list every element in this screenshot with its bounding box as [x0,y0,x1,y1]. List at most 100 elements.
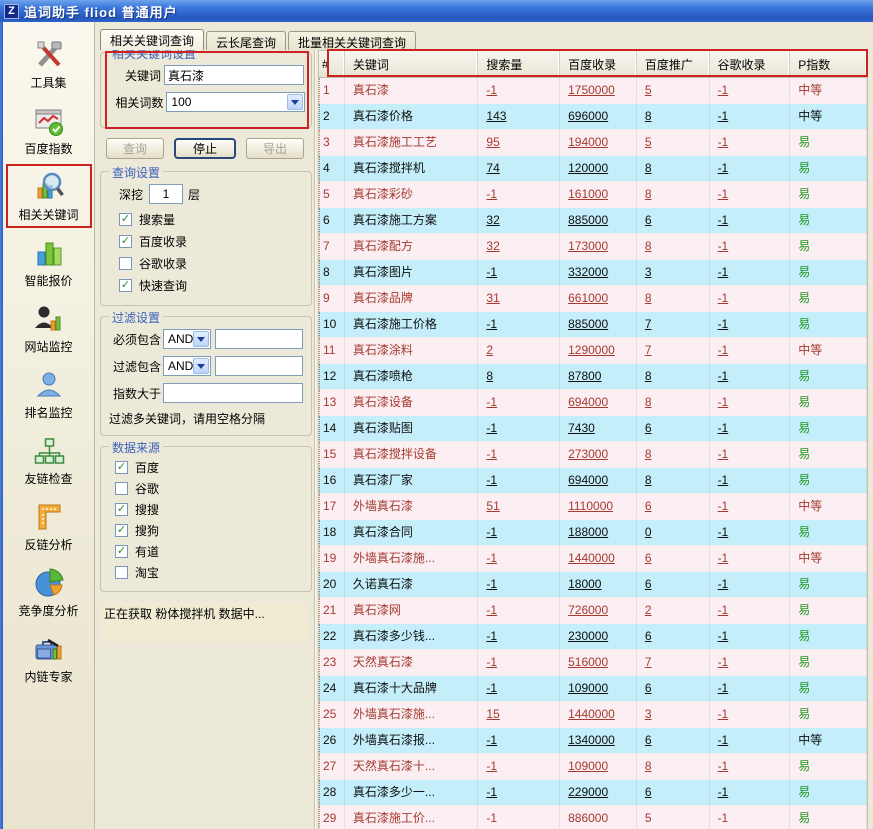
checkbox-google[interactable]: 谷歌 [115,480,305,497]
value-link[interactable]: 7430 [560,416,637,442]
checkbox-quick-query[interactable]: 快速查询 [119,277,305,294]
column-header-6[interactable]: P指数 [790,51,867,77]
value-link[interactable]: 885000 [560,208,637,234]
value-link[interactable]: 7 [637,312,710,338]
value-link[interactable]: -1 [710,598,791,624]
value-link[interactable]: -1 [478,806,560,829]
checkbox-box[interactable] [119,235,132,248]
checkbox-box[interactable] [119,213,132,226]
value-link[interactable]: 8 [637,156,710,182]
value-link[interactable]: 6 [637,208,710,234]
value-link[interactable]: -1 [478,598,560,624]
sidebar-item-site-monitor[interactable]: 网站监控 [8,298,90,358]
column-header-4[interactable]: 百度推广 [637,51,710,77]
value-link[interactable]: -1 [710,156,791,182]
value-link[interactable]: 726000 [560,598,637,624]
value-link[interactable]: 32 [478,234,560,260]
value-link[interactable]: -1 [478,390,560,416]
sidebar-item-tools[interactable]: 工具集 [8,34,90,94]
value-link[interactable]: -1 [478,780,560,806]
checkbox-box[interactable] [119,279,132,292]
checkbox-box[interactable] [115,482,128,495]
checkbox-box[interactable] [115,524,128,537]
value-link[interactable]: 8 [637,286,710,312]
value-link[interactable]: 661000 [560,286,637,312]
value-link[interactable]: 8 [637,364,710,390]
checkbox-box[interactable] [115,545,128,558]
value-link[interactable]: -1 [710,182,791,208]
value-link[interactable]: 8 [637,754,710,780]
value-link[interactable]: 143 [478,104,560,130]
value-link[interactable]: 1110000 [560,494,637,520]
value-link[interactable]: -1 [710,130,791,156]
value-link[interactable]: -1 [478,182,560,208]
value-link[interactable]: 161000 [560,182,637,208]
value-link[interactable]: -1 [710,78,791,104]
value-link[interactable]: 7 [637,650,710,676]
value-link[interactable]: -1 [710,754,791,780]
value-link[interactable]: -1 [710,442,791,468]
value-link[interactable]: 51 [478,494,560,520]
value-link[interactable]: -1 [710,104,791,130]
value-link[interactable]: 1290000 [560,338,637,364]
must-contain-input[interactable] [215,329,303,349]
value-link[interactable]: 2 [478,338,560,364]
value-link[interactable]: -1 [710,546,791,572]
value-link[interactable]: -1 [710,208,791,234]
value-link[interactable]: -1 [478,416,560,442]
value-link[interactable]: 8 [478,364,560,390]
query-button[interactable]: 查询 [106,138,164,159]
value-link[interactable]: -1 [710,260,791,286]
value-link[interactable]: -1 [478,676,560,702]
chevron-down-icon[interactable] [193,358,209,374]
value-link[interactable]: -1 [478,78,560,104]
value-link[interactable]: 7 [637,338,710,364]
column-header-3[interactable]: 百度收录 [560,51,637,77]
value-link[interactable]: 696000 [560,104,637,130]
value-link[interactable]: -1 [710,312,791,338]
sidebar-item-smart-quote[interactable]: 智能报价 [8,232,90,292]
value-link[interactable]: 109000 [560,676,637,702]
value-link[interactable]: -1 [478,728,560,754]
sidebar-item-baidu-index[interactable]: 百度指数 [8,100,90,160]
tab-0[interactable]: 相关关键词查询 [100,29,204,50]
value-link[interactable]: 5 [637,806,710,829]
value-link[interactable]: -1 [478,468,560,494]
sidebar-item-internal-link[interactable]: 内链专家 [8,628,90,688]
value-link[interactable]: -1 [710,468,791,494]
value-link[interactable]: 1440000 [560,546,637,572]
value-link[interactable]: -1 [710,728,791,754]
value-link[interactable]: -1 [710,234,791,260]
sidebar-item-friend-link[interactable]: 友链检查 [8,430,90,490]
value-link[interactable]: -1 [710,416,791,442]
column-header-0[interactable]: # [319,51,345,77]
value-link[interactable]: 18000 [560,572,637,598]
checkbox-baidu[interactable]: 百度 [115,459,305,476]
value-link[interactable]: -1 [478,312,560,338]
value-link[interactable]: -1 [478,624,560,650]
filter-contain-input[interactable] [215,356,303,376]
value-link[interactable]: 6 [637,780,710,806]
sidebar-item-backlink[interactable]: 反链分析 [8,496,90,556]
value-link[interactable]: 6 [637,546,710,572]
value-link[interactable]: 32 [478,208,560,234]
value-link[interactable]: 694000 [560,390,637,416]
value-link[interactable]: 8 [637,182,710,208]
value-link[interactable]: 173000 [560,234,637,260]
keyword-input[interactable] [164,65,304,85]
value-link[interactable]: -1 [710,338,791,364]
checkbox-taobao[interactable]: 淘宝 [115,564,305,581]
value-link[interactable]: 1440000 [560,702,637,728]
value-link[interactable]: 694000 [560,468,637,494]
value-link[interactable]: -1 [478,572,560,598]
value-link[interactable]: -1 [478,260,560,286]
value-link[interactable]: 332000 [560,260,637,286]
value-link[interactable]: -1 [710,520,791,546]
depth-input[interactable] [149,184,183,204]
value-link[interactable]: -1 [710,364,791,390]
stop-button[interactable]: 停止 [174,138,236,159]
value-link[interactable]: -1 [478,650,560,676]
value-link[interactable]: 188000 [560,520,637,546]
value-link[interactable]: -1 [710,676,791,702]
value-link[interactable]: 6 [637,494,710,520]
